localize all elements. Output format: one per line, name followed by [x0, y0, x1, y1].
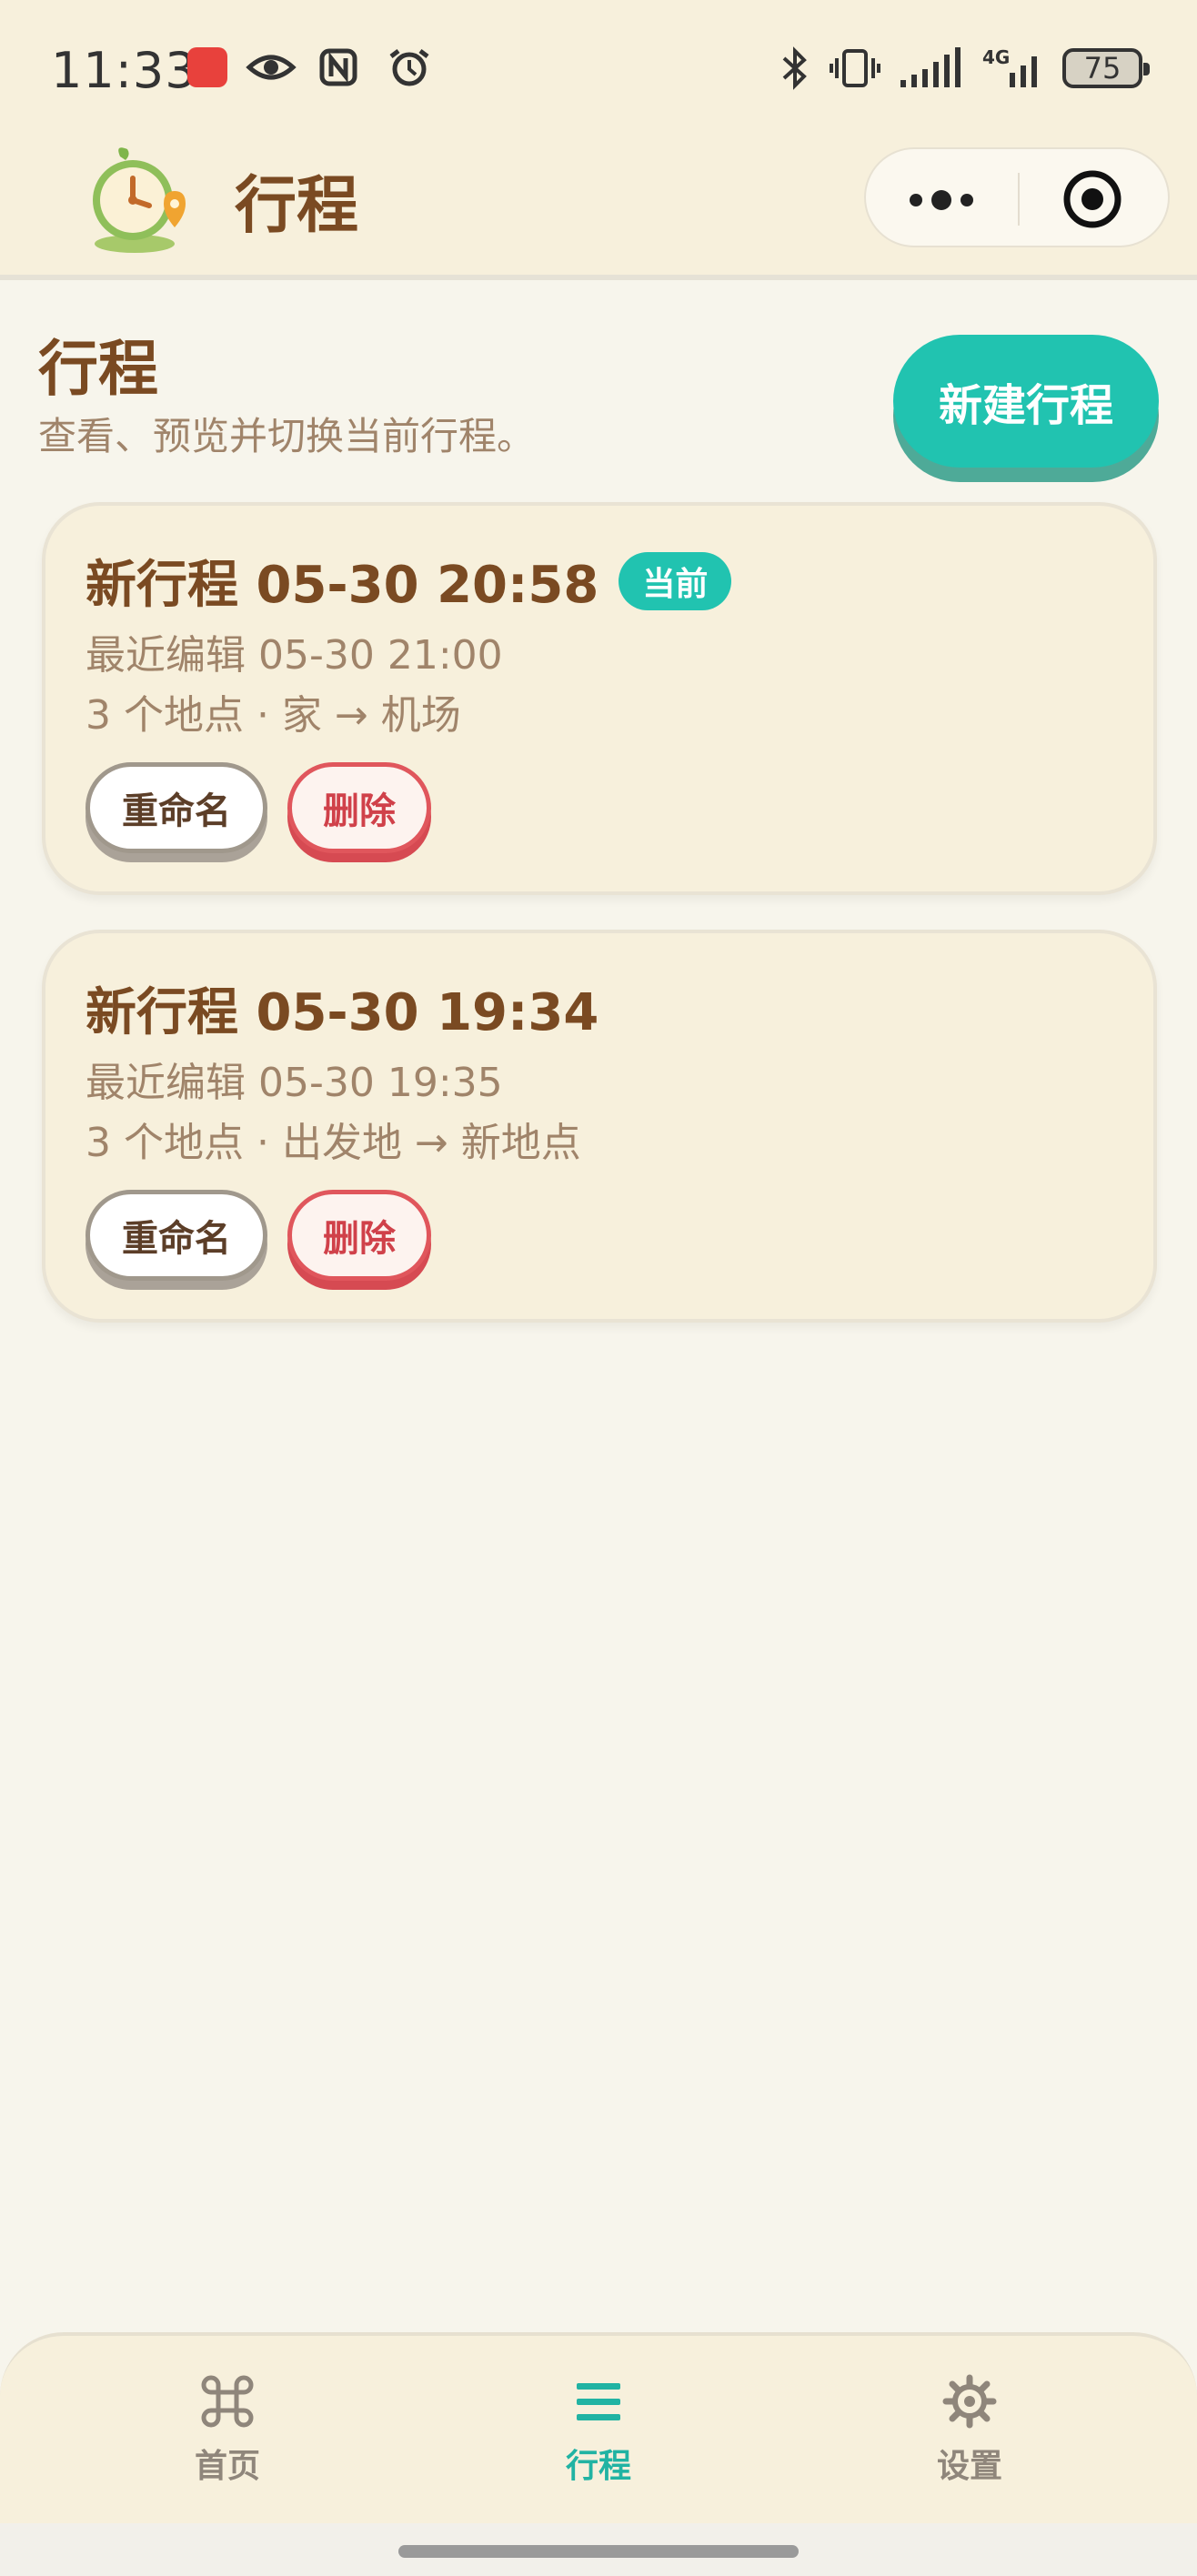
command-icon: [201, 2375, 254, 2428]
trip-actions: 重命名 删除: [86, 762, 431, 853]
more-button[interactable]: [866, 149, 1018, 249]
trips-page: 11:33 4G 75 行程 行程 查看、预览并切换当前行程。 新建行程 新行程…: [0, 0, 1197, 2576]
trip-card[interactable]: 新行程 05-30 20:58 当前 最近编辑 05-30 21:00 3 个地…: [42, 502, 1157, 895]
trip-name: 新行程 05-30 19:34: [86, 983, 599, 1042]
trip-title-row: 新行程 05-30 20:58 当前: [86, 544, 732, 618]
more-dots-icon: [910, 190, 973, 210]
huawei-app-icon: [187, 47, 227, 87]
status-bar: 11:33 4G 75: [0, 0, 1197, 136]
signal-4g-icon: 4G: [982, 46, 1037, 87]
trip-last-edited: 最近编辑 05-30 19:35: [86, 1060, 503, 1106]
list-icon: [577, 2383, 620, 2420]
current-badge: 当前: [619, 551, 732, 610]
nfc-icon: [319, 48, 357, 86]
trip-summary: 3 个地点 · 出发地 → 新地点: [86, 1120, 581, 1166]
status-time: 11:33: [51, 42, 197, 99]
vibrate-icon: [830, 49, 880, 87]
battery-level: 75: [1083, 51, 1122, 86]
tab-settings[interactable]: 设置: [879, 2372, 1061, 2500]
delete-button[interactable]: 删除: [287, 762, 431, 853]
svg-text:4G: 4G: [982, 46, 1010, 68]
tab-home[interactable]: 首页: [136, 2372, 318, 2500]
home-indicator[interactable]: [398, 2545, 799, 2558]
close-button[interactable]: [1020, 149, 1172, 249]
mini-program-capsule: [864, 147, 1170, 247]
clock-pin-logo: [93, 147, 186, 253]
app-header: 行程: [0, 136, 1197, 280]
status-left-icons: [187, 47, 435, 87]
tab-trips-label: 行程: [565, 2448, 631, 2485]
trip-card[interactable]: 新行程 05-30 19:34 最近编辑 05-30 19:35 3 个地点 ·…: [42, 930, 1157, 1323]
bluetooth-icon: [782, 46, 807, 90]
target-icon: [1063, 170, 1122, 228]
battery-indicator: 75: [1062, 48, 1150, 88]
page-title: 行程: [38, 334, 158, 404]
trip-summary: 3 个地点 · 家 → 机场: [86, 692, 461, 739]
trip-actions: 重命名 删除: [86, 1190, 431, 1281]
gear-icon: [942, 2374, 997, 2429]
page-subtitle: 查看、预览并切换当前行程。: [38, 414, 536, 458]
tab-trips[interactable]: 行程: [508, 2372, 689, 2500]
header-title: 行程: [235, 170, 359, 242]
alarm-icon: [389, 49, 429, 86]
trip-title-row: 新行程 05-30 19:34: [86, 971, 598, 1045]
eye-icon: [246, 55, 297, 80]
delete-button[interactable]: 删除: [287, 1190, 431, 1281]
tab-home-label: 首页: [194, 2448, 260, 2485]
tab-settings-label: 设置: [936, 2448, 1002, 2485]
new-trip-button[interactable]: 新建行程: [893, 335, 1159, 468]
trip-last-edited: 最近编辑 05-30 21:00: [86, 632, 503, 679]
rename-button[interactable]: 重命名: [86, 1190, 267, 1281]
rename-button[interactable]: 重命名: [86, 762, 267, 853]
trip-name: 新行程 05-30 20:58: [86, 556, 599, 615]
signal-icon: [900, 47, 961, 87]
tab-bar: 首页 行程 设置: [0, 2332, 1197, 2523]
status-right-icons: 4G 75: [777, 45, 1150, 91]
